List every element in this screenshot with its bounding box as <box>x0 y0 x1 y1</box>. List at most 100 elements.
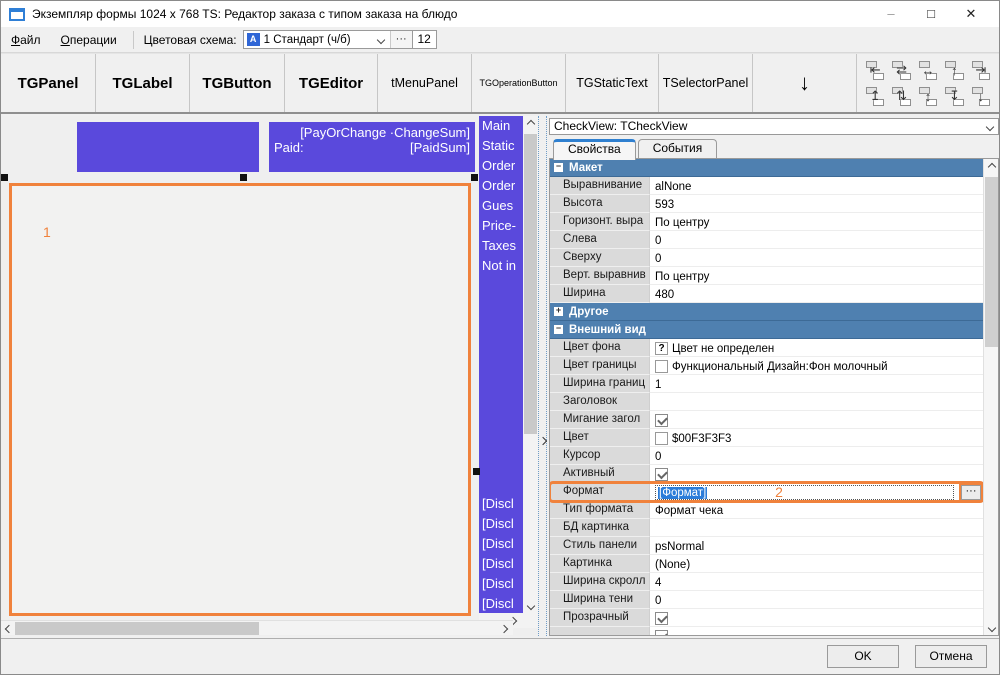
scroll-down-icon[interactable] <box>526 601 534 609</box>
design-panel-pay[interactable]: [PayOrChange ·ChangeSum] Paid: [PaidSum] <box>269 122 475 172</box>
property-row[interactable]: Высота593 <box>550 195 983 213</box>
property-row[interactable]: Прозрачный <box>550 609 983 627</box>
color-swatch[interactable]: ? <box>655 342 668 355</box>
component-selector[interactable]: CheckView: TCheckView <box>549 118 999 135</box>
property-value[interactable]: $00F3F3F3 <box>650 429 983 447</box>
scrollbar-thumb[interactable] <box>985 177 998 347</box>
color-swatch[interactable] <box>655 360 668 373</box>
property-value[interactable]: 0 <box>650 447 983 465</box>
cancel-button[interactable]: Отмена <box>915 645 987 668</box>
component-button-tselectorpanel[interactable]: TSelectorPanel <box>659 54 753 112</box>
component-button-tgbutton[interactable]: TGButton <box>190 54 285 112</box>
property-row[interactable]: Сверху0 <box>550 249 983 267</box>
property-value[interactable]: По центру <box>650 267 983 285</box>
property-value[interactable]: По центру <box>650 213 983 231</box>
minimize-icon[interactable]: – <box>871 2 911 26</box>
property-row[interactable]: Стиль панелиpsNormal <box>550 537 983 555</box>
property-row[interactable]: Курсор0 <box>550 447 983 465</box>
property-row[interactable]: Верт. выравнивПо центру <box>550 267 983 285</box>
tab-свойства[interactable]: Свойства <box>553 139 636 160</box>
maximize-icon[interactable]: □ <box>911 2 951 26</box>
design-panel-empty[interactable] <box>77 122 259 172</box>
checkbox[interactable] <box>655 630 668 635</box>
color-scheme-more-button[interactable]: ··· <box>390 31 412 48</box>
selection-handle[interactable] <box>240 174 247 181</box>
selected-panel-outline[interactable] <box>9 183 471 616</box>
property-value[interactable] <box>650 627 983 635</box>
property-row[interactable]: Активный <box>550 465 983 483</box>
splitter-expand-icon[interactable] <box>539 437 547 445</box>
property-row[interactable]: Цвет$00F3F3F3 <box>550 429 983 447</box>
property-value[interactable]: 593 <box>650 195 983 213</box>
component-button-tgstatictext[interactable]: TGStaticText <box>566 54 659 112</box>
center-horizontally-icon[interactable]: ↑ <box>942 58 966 82</box>
component-button-tglabel[interactable]: TGLabel <box>96 54 190 112</box>
scroll-down-icon[interactable] <box>987 623 995 631</box>
checkbox[interactable] <box>655 414 668 427</box>
format-edit-field[interactable]: [Формат] <box>655 485 954 500</box>
align-top-edges-icon[interactable]: ↥ <box>863 84 887 108</box>
property-value[interactable]: 480 <box>650 285 983 303</box>
component-button-tmenupanel[interactable]: tMenuPanel <box>378 54 472 112</box>
component-button-tgpanel[interactable]: TGPanel <box>1 54 96 112</box>
checkbox[interactable] <box>655 468 668 481</box>
ellipsis-button[interactable]: ··· <box>961 485 981 500</box>
color-swatch[interactable] <box>655 432 668 445</box>
component-button-tgeditor[interactable]: TGEditor <box>285 54 378 112</box>
center-vertically-icon[interactable]: ↧ <box>942 84 966 108</box>
checkview-vertical-scrollbar[interactable] <box>523 116 538 613</box>
property-value[interactable] <box>650 519 983 537</box>
scroll-left-icon[interactable] <box>4 624 12 632</box>
property-value[interactable]: (None) <box>650 555 983 573</box>
designer-canvas[interactable]: [PayOrChange ·ChangeSum] Paid: [PaidSum]… <box>1 116 538 636</box>
property-value[interactable]: 4 <box>650 573 983 591</box>
property-row[interactable]: Слева0 <box>550 231 983 249</box>
close-icon[interactable]: ✕ <box>951 2 991 26</box>
property-value[interactable]: Формат чека <box>650 501 983 519</box>
property-section[interactable]: −Внешний вид <box>550 321 983 339</box>
tab-события[interactable]: События <box>638 139 718 159</box>
checkbox[interactable] <box>655 612 668 625</box>
property-value[interactable]: ?Цвет не определен <box>650 339 983 357</box>
panel-splitter[interactable] <box>538 116 547 636</box>
property-section[interactable]: +Другое <box>550 303 983 321</box>
property-row[interactable] <box>550 627 983 635</box>
property-value[interactable] <box>650 393 983 411</box>
property-value[interactable]: 0 <box>650 249 983 267</box>
scrollbar-thumb[interactable] <box>15 622 259 635</box>
property-value[interactable]: psNormal <box>650 537 983 555</box>
property-row[interactable]: Формат[Формат]2··· <box>550 483 983 501</box>
checkview-control[interactable]: MainStaticOrderOrderGuesPrice-TaxesNot i… <box>479 116 523 613</box>
property-value[interactable] <box>650 411 983 429</box>
grid-vertical-scrollbar[interactable] <box>983 159 998 635</box>
drop-component-button[interactable]: ↓ <box>753 54 857 112</box>
collapse-icon[interactable]: − <box>554 325 563 334</box>
menu-item-о[interactable]: Операции <box>51 33 127 47</box>
property-row[interactable]: Картинка(None) <box>550 555 983 573</box>
align-bottom-edges-icon[interactable]: ↓ <box>969 84 993 108</box>
canvas-horizontal-scrollbar[interactable] <box>1 620 513 635</box>
property-row[interactable]: Ширина скролл4 <box>550 573 983 591</box>
property-row[interactable]: Ширина480 <box>550 285 983 303</box>
expand-icon[interactable]: + <box>554 307 563 316</box>
align-left-edges-icon[interactable]: ⇤ <box>863 58 887 82</box>
property-row[interactable]: ВыравниваниеalNone <box>550 177 983 195</box>
property-row[interactable]: Заголовок <box>550 393 983 411</box>
color-scheme-select[interactable]: A 1 Стандарт (ч/б) <box>244 31 390 48</box>
property-row[interactable]: Горизонт. выраПо центру <box>550 213 983 231</box>
property-row[interactable]: БД картинка <box>550 519 983 537</box>
property-value[interactable] <box>650 609 983 627</box>
property-row[interactable]: Ширина границ1 <box>550 375 983 393</box>
selection-handle[interactable] <box>471 174 478 181</box>
ok-button[interactable]: OK <box>827 645 899 668</box>
property-value[interactable]: 0 <box>650 231 983 249</box>
property-value[interactable] <box>650 465 983 483</box>
selection-handle[interactable] <box>1 174 8 181</box>
property-value[interactable]: Функциональный Дизайн:Фон молочный <box>650 357 983 375</box>
scroll-up-icon[interactable] <box>987 162 995 170</box>
component-button-tgoperationbutton[interactable]: TGOperationButton <box>472 54 566 112</box>
property-row[interactable]: Цвет фона?Цвет не определен <box>550 339 983 357</box>
property-section[interactable]: −Макет <box>550 159 983 177</box>
align-right-edges-icon[interactable]: ⇥ <box>969 58 993 82</box>
scrollbar-thumb[interactable] <box>524 134 537 434</box>
